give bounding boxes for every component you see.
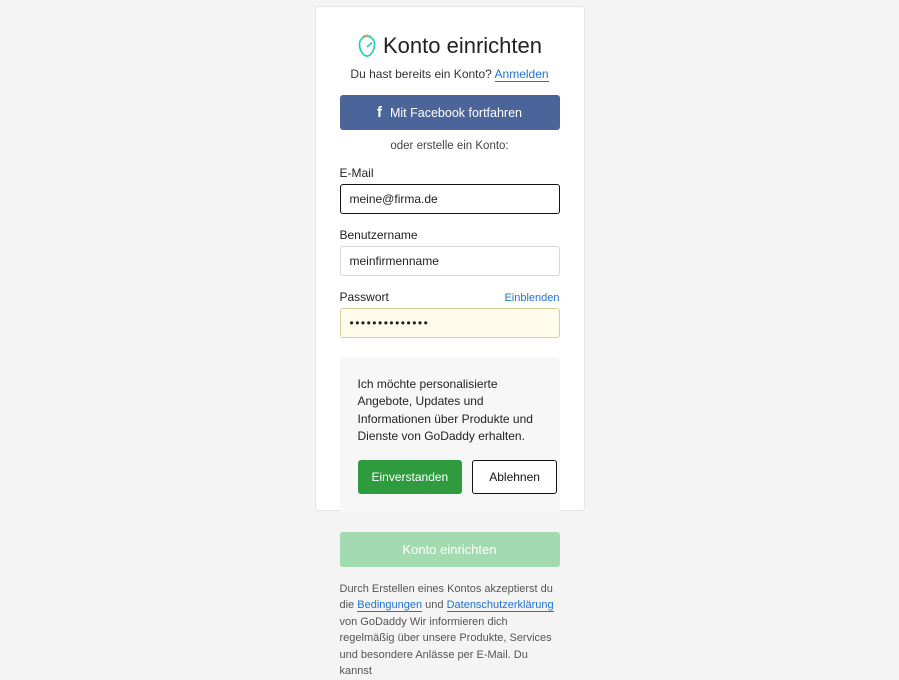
password-input[interactable] <box>340 308 560 338</box>
signup-card: Konto einrichten Du hast bereits ein Kon… <box>315 6 585 511</box>
divider-text: oder erstelle ein Konto: <box>340 140 560 152</box>
offers-accept-button[interactable]: Einverstanden <box>358 460 463 494</box>
username-field-group: Benutzername <box>340 228 560 276</box>
offers-text: Ich möchte personalisierte Angebote, Upd… <box>358 376 542 446</box>
terms-link[interactable]: Bedingungen <box>357 599 422 612</box>
username-label: Benutzername <box>340 228 560 242</box>
signin-link[interactable]: Anmelden <box>495 67 549 82</box>
privacy-link[interactable]: Datenschutzerklärung <box>447 599 554 612</box>
password-label: Passwort <box>340 290 389 304</box>
create-account-button[interactable]: Konto einrichten <box>340 532 560 567</box>
email-field-group: E-Mail <box>340 166 560 214</box>
facebook-signin-button[interactable]: f Mit Facebook fortfahren <box>340 95 560 130</box>
page-title: Konto einrichten <box>383 33 542 59</box>
offers-consent-box: Ich möchte personalisierte Angebote, Upd… <box>340 358 560 512</box>
password-show-toggle[interactable]: Einblenden <box>504 292 559 304</box>
username-input[interactable] <box>340 246 560 276</box>
page-header: Konto einrichten <box>340 33 560 59</box>
facebook-icon: f <box>377 104 382 121</box>
offers-decline-button[interactable]: Ablehnen <box>472 460 557 494</box>
legal-text: Durch Erstellen eines Kontos akzeptierst… <box>340 581 560 680</box>
email-input[interactable] <box>340 184 560 214</box>
godaddy-logo-icon <box>357 34 377 58</box>
signin-prompt: Du hast bereits ein Konto? Anmelden <box>340 67 560 81</box>
password-field-group: Passwort Einblenden <box>340 290 560 338</box>
email-label: E-Mail <box>340 166 560 180</box>
